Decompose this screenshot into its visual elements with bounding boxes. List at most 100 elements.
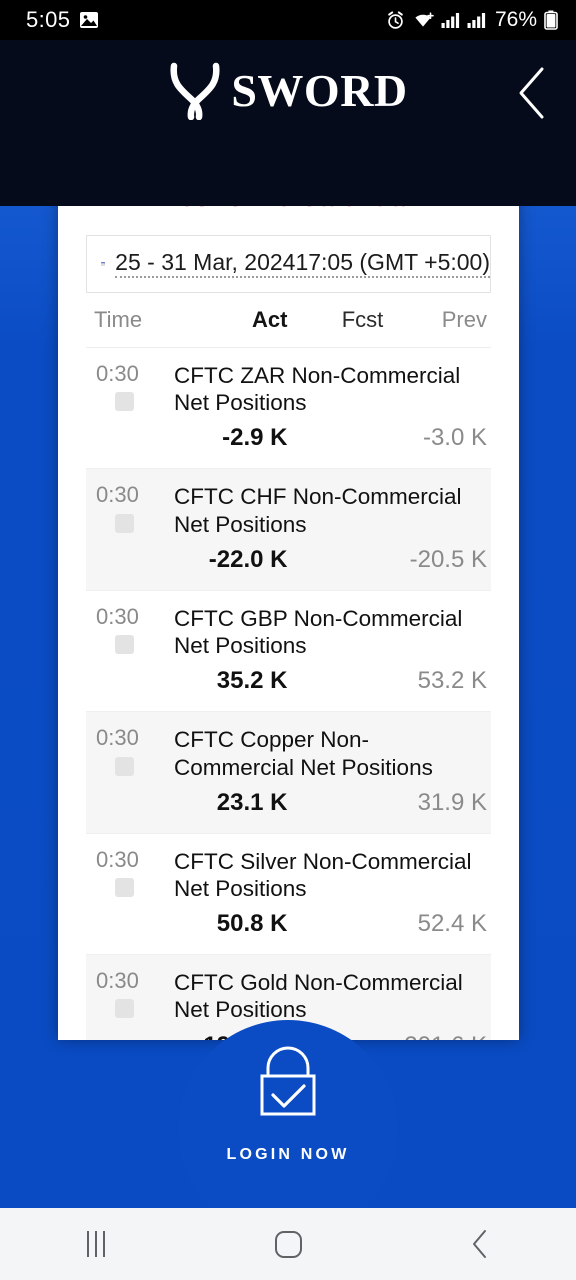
table-row-values: 35.2 K 53.2 K [86,667,491,695]
value-actual: -22.0 K [208,545,288,573]
event-time: 0:30 [96,846,139,872]
calendar-icon [101,262,106,266]
brand-lockup: SWORD [0,62,576,120]
event-time: 0:30 [96,968,139,994]
header-back-button[interactable] [502,58,562,128]
event-time: 0:30 [96,603,139,629]
table-row[interactable]: 0:30 CFTC ZAR Non-Commercial Net Positio… [86,348,491,470]
value-spacer [86,667,174,695]
value-previous: 201.6 K [393,1032,491,1040]
table-row-values: 50.8 K 52.4 K [86,910,491,938]
event-time: 0:30 [96,482,139,508]
lock-check-icon [260,1046,316,1116]
battery-icon [544,10,558,30]
signal-icon [467,12,486,28]
value-previous: 31.9 K [417,788,487,816]
event-name: CFTC CHF Non-Commercial Net Positions [174,484,462,537]
country-flag-icon [115,635,134,655]
date-range-value: 25 - 31 Mar, 202417:05 (GMT +5:00) [115,250,490,279]
country-flag-icon [115,513,134,533]
table-row-main: 0:30 CFTC Copper Non-Commercial Net Posi… [86,726,491,780]
nav-home-button[interactable] [228,1208,348,1280]
column-header-prev[interactable]: Prev [393,307,491,333]
column-header-fcst[interactable]: Fcst [301,307,393,333]
event-time: 0:30 [96,361,139,386]
value-spacer [86,546,174,574]
value-actual: -2.9 K [222,424,288,452]
value-previous: 52.4 K [417,910,487,938]
table-row-main: 0:30 CFTC CHF Non-Commercial Net Positio… [86,483,491,537]
value-previous: -20.5 K [409,545,487,573]
back-icon [473,1230,486,1258]
alarm-icon [388,10,403,29]
brand-name: SWORD [231,65,408,116]
value-spacer [86,1032,174,1040]
table-row-values: -22.0 K -20.5 K [86,546,491,574]
table-cell-time: 0:30 [86,726,174,780]
table-header-row: Time Act Fcst Prev [86,293,491,348]
signal-icon [441,12,460,28]
nav-back-button[interactable] [420,1208,540,1280]
event-name: CFTC Copper Non-Commercial Net Positions [174,727,433,780]
table-row-values: -2.9 K -3.0 K [86,424,491,452]
table-cell-time: 0:30 [86,846,174,902]
value-forecast [301,789,393,817]
login-now-button[interactable]: LOGIN NOW [188,1022,388,1164]
value-actual: 23.1 K [216,788,288,816]
economic-calendar-card: Economic Calendar 25 - 31 Mar, 20241 [58,150,519,1040]
table-cell-time: 0:30 [86,483,174,537]
country-flag-icon [115,756,134,776]
chevron-left-icon [519,67,544,119]
home-icon [274,1230,302,1258]
image-icon [80,12,99,28]
value-actual: 50.8 K [216,910,288,938]
table-cell-time: 0:30 [86,968,174,1023]
crossed-swords-logo-icon [170,62,220,120]
table-row[interactable]: 0:30 CFTC Silver Non-Commercial Net Posi… [86,834,491,956]
status-bar-right: 76% [386,8,558,32]
value-forecast [301,667,393,695]
economic-calendar-table: Time Act Fcst Prev 0:30 CFTC ZAR Non-Com… [86,293,491,1040]
recents-icon [87,1231,105,1257]
status-clock: 5:05 [26,7,71,32]
value-spacer [86,789,174,817]
app-header: SWORD [0,40,576,206]
table-row[interactable]: 0:30 CFTC Copper Non-Commercial Net Posi… [86,712,491,834]
country-flag-icon [115,999,134,1019]
event-name: CFTC ZAR Non-Commercial Net Positions [174,363,461,416]
value-spacer [86,424,174,452]
wifi-icon [415,12,434,27]
event-name: CFTC Silver Non-Commercial Net Positions [174,848,472,901]
value-previous: 53.2 K [417,667,487,695]
login-now-label: LOGIN NOW [226,1146,350,1163]
table-row[interactable]: 0:30 CFTC GBP Non-Commercial Net Positio… [86,591,491,713]
event-name: CFTC Gold Non-Commercial Net Positions [174,970,463,1023]
value-previous: -3.0 K [422,424,487,452]
value-forecast [301,910,393,938]
table-row-values: 23.1 K 31.9 K [86,789,491,817]
date-range-picker[interactable]: 25 - 31 Mar, 202417:05 (GMT +5:00) [86,235,491,293]
column-header-act[interactable]: Act [174,307,302,333]
table-cell-time: 0:30 [86,603,174,659]
nav-recents-button[interactable] [36,1208,156,1280]
value-actual: 35.2 K [216,667,288,695]
table-cell-time: 0:30 [86,361,174,416]
value-forecast [301,546,393,574]
value-forecast [301,424,393,452]
status-bar: 5:05 76% [0,0,576,40]
country-flag-icon [115,392,134,412]
event-time: 0:30 [96,725,139,751]
event-name: CFTC GBP Non-Commercial Net Positions [174,605,463,659]
table-row-main: 0:30 CFTC Gold Non-Commercial Net Positi… [86,968,491,1023]
battery-percent: 76% [494,8,537,31]
country-flag-icon [115,877,134,897]
column-header-time[interactable]: Time [86,307,174,333]
phone-screen: 5:05 76% SWORD 25 - 31 Mar, 202417:05 (G… [0,0,576,1280]
android-nav-bar [0,1208,576,1280]
table-row-main: 0:30 CFTC GBP Non-Commercial Net Positio… [86,603,491,659]
table-row-main: 0:30 CFTC Silver Non-Commercial Net Posi… [86,846,491,902]
table-row[interactable]: 0:30 CFTC CHF Non-Commercial Net Positio… [86,469,491,591]
status-bar-left: 5:05 [26,7,99,33]
value-spacer [86,910,174,938]
table-row-main: 0:30 CFTC ZAR Non-Commercial Net Positio… [86,361,491,416]
